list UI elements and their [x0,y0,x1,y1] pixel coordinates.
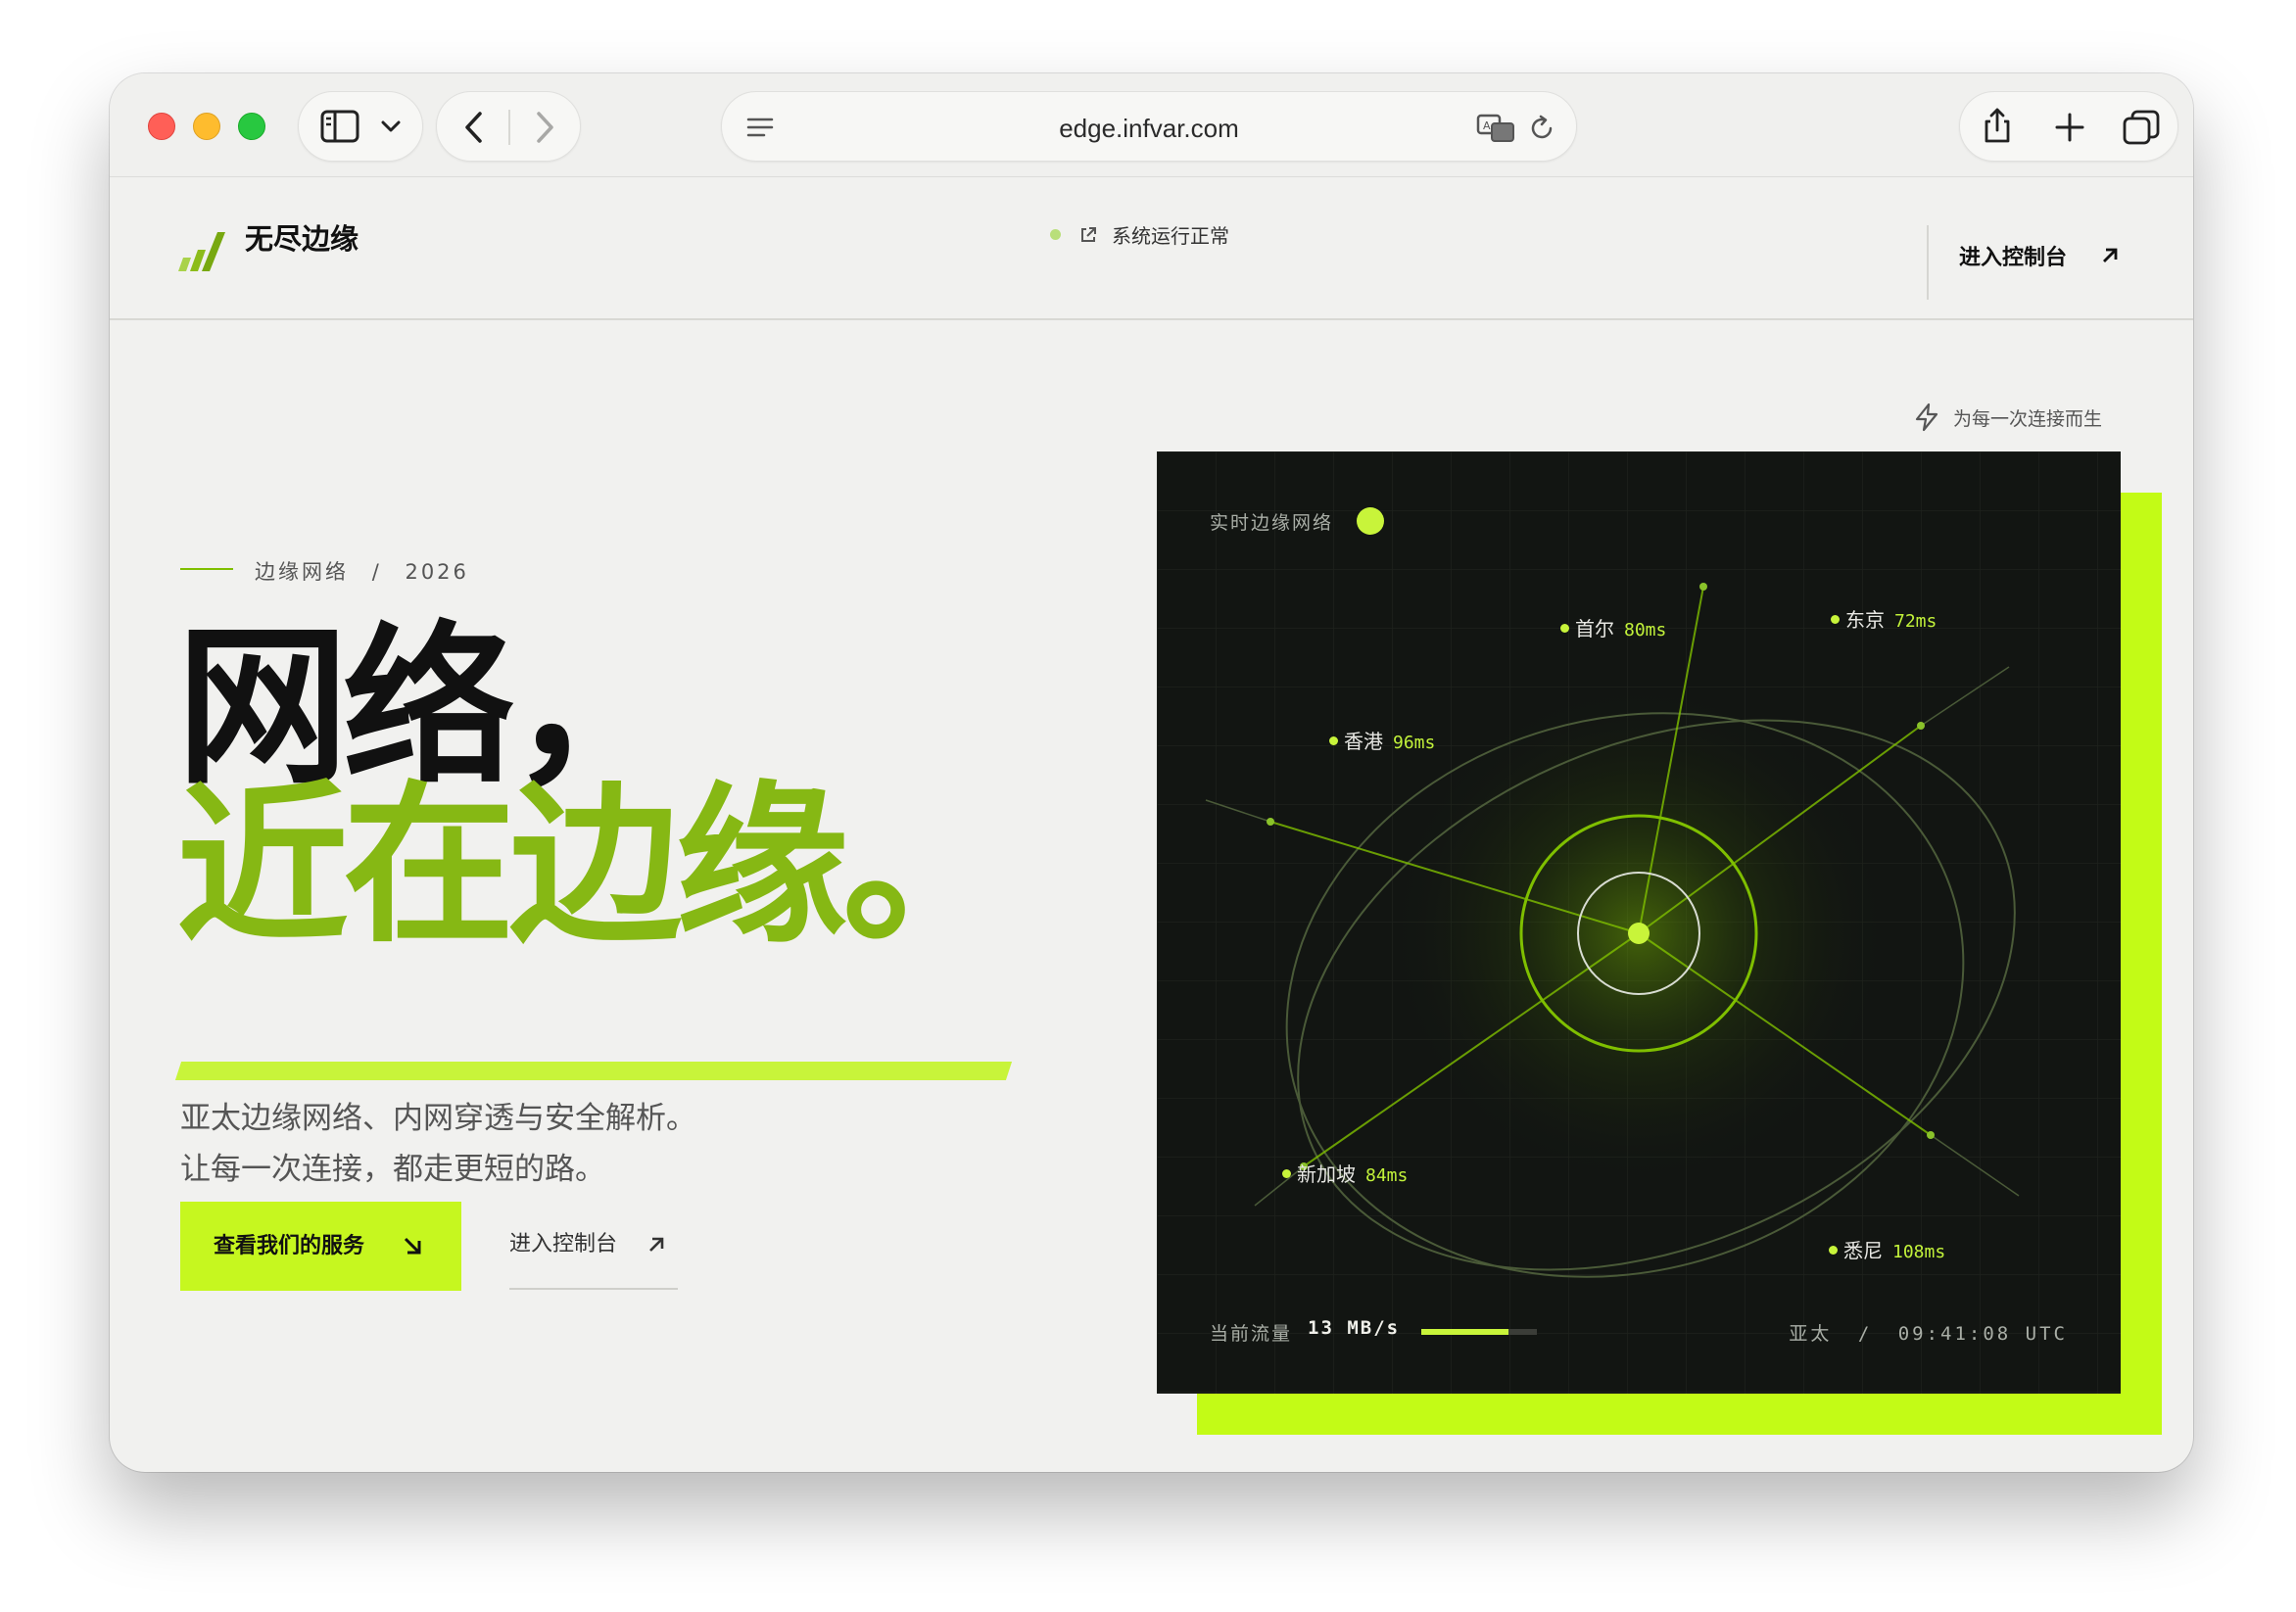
city-name: 香港 [1344,730,1383,753]
tagline: 为每一次连接而生 [1914,403,2102,432]
view-services-button[interactable]: 查看我们的服务 [180,1202,461,1291]
arrow-up-right-icon [2103,248,2118,262]
city-dot-icon [1282,1169,1291,1178]
city-latency: 72ms [1894,611,1937,632]
network-map [1157,451,2121,1394]
site-header: 无尽边缘 系统运行正常 进入控制台 [110,73,2193,320]
panel-title-text: 实时边缘网络 [1210,512,1334,534]
view-services-label: 查看我们的服务 [214,1234,365,1258]
hero-subtitle-line1: 亚太边缘网络、内网穿透与安全解析。 [180,1101,696,1136]
brand-name[interactable]: 无尽边缘 [245,216,359,258]
clock-text: 09:41:08 UTC [1897,1323,2068,1345]
eyebrow-label: 边缘网络 [255,560,349,584]
city-dot-icon [1329,736,1338,745]
city-hongkong[interactable]: 香港 96ms [1329,726,1435,754]
city-dot-icon [1829,1246,1838,1255]
status-text: 系统运行正常 [1112,224,1229,248]
tagline-text: 为每一次连接而生 [1953,407,2103,430]
traffic-bar [1421,1329,1537,1335]
console-link-label: 进入控制台 [1959,246,2068,270]
region-separator: / [1857,1323,1873,1345]
city-name: 首尔 [1575,617,1614,640]
browser-window: edge.infvar.com A 无尽边缘 系统运行正常 进入控制台 边缘网络… [110,73,2193,1472]
city-name: 新加坡 [1297,1162,1356,1186]
eyebrow-year: 2026 [405,560,469,584]
city-latency: 96ms [1393,733,1436,753]
enter-console-label: 进入控制台 [509,1232,618,1256]
arrow-down-right-icon [404,1237,421,1255]
enter-console-button[interactable]: 进入控制台 [509,1202,678,1290]
city-dot-icon [1831,615,1840,624]
city-latency: 80ms [1624,620,1667,640]
network-panel: 实时边缘网络 首尔 80ms 东京 72ms 香港 96ms 新加坡 84ms 悉尼 10… [1157,451,2121,1394]
title-highlight [174,1062,1013,1080]
traffic-value: 13 MB/s [1308,1317,1401,1339]
live-indicator-icon [1357,507,1384,535]
arrow-up-right-icon [649,1237,664,1252]
external-link-icon [1081,226,1096,242]
eyebrow-separator: / [371,560,382,584]
city-latency: 84ms [1365,1165,1409,1186]
traffic-label: 当前流量 [1210,1323,1293,1345]
city-dot-icon [1560,624,1569,633]
hero-title-line2: 近在边缘。 [176,766,1015,967]
city-name: 东京 [1845,608,1885,632]
eyebrow-line [180,568,233,570]
header-divider [1927,225,1929,300]
city-tokyo[interactable]: 东京 72ms [1831,604,1937,633]
city-seoul[interactable]: 首尔 80ms [1560,613,1666,641]
console-link[interactable]: 进入控制台 [1959,240,2120,271]
lightning-icon [1915,403,1938,432]
city-name: 悉尼 [1843,1239,1883,1262]
city-sydney[interactable]: 悉尼 108ms [1829,1235,1945,1263]
status-dot-icon [1050,229,1061,240]
city-latency: 108ms [1892,1242,1946,1262]
panel-title: 实时边缘网络 [1210,508,1333,535]
traffic-bar-fill [1421,1329,1508,1335]
region-time: 亚太 / 09:41:08 UTC [1789,1319,2068,1346]
hero-subtitle-line2: 让每一次连接，都走更短的路。 [180,1152,605,1187]
logo-icon[interactable] [176,230,227,271]
region-text: 亚太 [1789,1323,1833,1345]
hero-subtitle: 亚太边缘网络、内网穿透与安全解析。 让每一次连接，都走更短的路。 [180,1093,696,1195]
eyebrow: 边缘网络 / 2026 [255,556,469,586]
system-status[interactable]: 系统运行正常 [1050,220,1229,249]
city-singapore[interactable]: 新加坡 84ms [1282,1159,1408,1187]
